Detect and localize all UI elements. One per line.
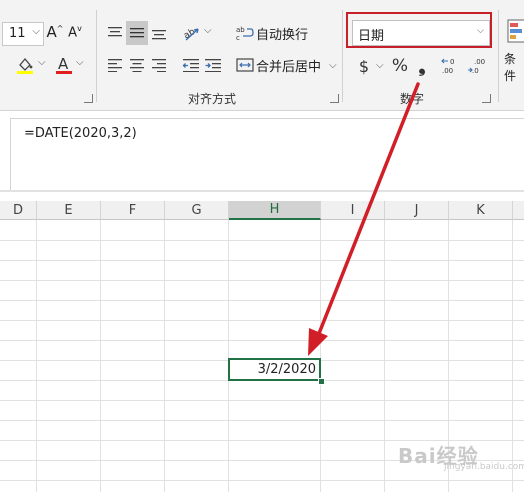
decrease-decimal-button[interactable]: .00 .0 [466, 55, 490, 77]
align-right-icon [152, 59, 166, 72]
currency-icon: $ [358, 56, 370, 76]
formula-input[interactable]: =DATE(2020,3,2) [24, 126, 137, 141]
wrap-text-button[interactable]: ab c 自动换行 [236, 23, 308, 43]
column-header-g[interactable]: G [165, 201, 229, 220]
alignment-dialog-launcher-icon[interactable] [84, 94, 93, 103]
grow-font-button[interactable]: A^ [46, 22, 64, 42]
active-cell[interactable]: 3/2/2020 [228, 358, 321, 381]
percent-style-button[interactable]: % [390, 55, 410, 77]
column-header-j[interactable]: J [385, 201, 449, 220]
group-separator [498, 10, 499, 102]
align-left-icon [108, 59, 122, 72]
percent-icon: % [391, 56, 409, 76]
conditional-formatting-icon [507, 19, 524, 43]
gridline [0, 320, 524, 321]
comma-icon: ❟ [418, 55, 426, 77]
align-center-button[interactable] [126, 54, 148, 76]
gridline [0, 400, 524, 401]
formula-bar-border [0, 190, 524, 192]
font-color-button[interactable]: A [54, 54, 74, 76]
column-header-i[interactable]: I [321, 201, 385, 220]
text-orientation-icon: ab [182, 27, 199, 41]
font-size-select[interactable]: 11 ⌵ [2, 22, 44, 46]
align-right-button[interactable] [148, 54, 170, 76]
merge-center-button[interactable]: 合并后居中 ⌵ [236, 55, 337, 75]
conditional-formatting-button[interactable] [506, 16, 524, 46]
wrap-text-icon: ab c [236, 26, 254, 41]
alignment-dialog-launcher-icon[interactable] [330, 94, 339, 103]
decrease-indent-button[interactable] [180, 54, 202, 76]
align-top-icon [108, 27, 122, 37]
fill-handle[interactable] [318, 378, 325, 385]
formula-bar-border [10, 118, 524, 119]
wrap-text-label: 自动换行 [256, 27, 309, 43]
highlight-box [346, 12, 492, 48]
gridline [0, 420, 524, 421]
increase-decimal-button[interactable]: 0 .00 [440, 55, 464, 77]
font-color-caret[interactable]: ⌵ [76, 57, 84, 68]
chevron-down-icon: ⌵ [329, 59, 337, 71]
gridline [0, 280, 524, 281]
increase-indent-button[interactable] [202, 54, 224, 76]
align-left-button[interactable] [104, 54, 126, 76]
align-middle-button[interactable] [126, 21, 148, 45]
gridline [0, 260, 524, 261]
merge-center-label: 合并后居中 [256, 59, 322, 75]
align-center-icon [130, 59, 144, 72]
column-header-d[interactable]: D [0, 201, 37, 220]
group-separator [96, 10, 97, 102]
formula-bar: =DATE(2020,3,2) [0, 118, 524, 192]
gridline [0, 300, 524, 301]
svg-text:.00: .00 [442, 67, 453, 75]
column-header-h[interactable]: H [229, 201, 321, 220]
watermark-url: jingyan.baidu.com [444, 462, 524, 472]
gridline [0, 240, 524, 241]
gridline [0, 340, 524, 341]
chevron-down-icon: ⌵ [32, 26, 40, 37]
number-group-label: 数字 [400, 92, 425, 106]
fill-color-button[interactable] [14, 54, 36, 76]
column-header-f[interactable]: F [101, 201, 165, 220]
merge-center-icon [236, 58, 254, 72]
shrink-font-icon: Av [68, 23, 82, 41]
alignment-group-label: 对齐方式 [188, 92, 237, 106]
fill-color-caret[interactable]: ⌵ [38, 57, 46, 68]
font-size-value: 11 [9, 26, 26, 41]
currency-caret[interactable]: ⌵ [376, 60, 384, 71]
comma-style-button[interactable]: ❟ [414, 55, 430, 77]
column-header-partial[interactable] [513, 201, 524, 220]
currency-format-button[interactable]: $ [356, 55, 372, 77]
column-header-e[interactable]: E [37, 201, 101, 220]
align-bottom-button[interactable] [148, 22, 170, 44]
ribbon: 11 ⌵ A^ Av ⌵ A ⌵ ab ⌵ ab c 自动换行 合并后居中 ⌵ … [0, 0, 524, 111]
increase-decimal-icon: 0 .00 [441, 58, 454, 75]
name-box-edge [0, 118, 11, 192]
gridline [0, 480, 524, 481]
align-top-button[interactable] [104, 22, 126, 44]
decrease-indent-icon [182, 59, 199, 72]
svg-text:ab: ab [236, 26, 245, 34]
text-orientation-button[interactable]: ab [180, 22, 204, 44]
font-color-icon: A [55, 55, 73, 75]
align-middle-icon [130, 28, 144, 38]
svg-text:0: 0 [450, 58, 454, 66]
number-dialog-launcher-icon[interactable] [482, 94, 491, 103]
align-bottom-icon [152, 30, 166, 40]
increase-indent-icon [205, 59, 221, 72]
orientation-caret[interactable]: ⌵ [204, 25, 212, 36]
shrink-font-button[interactable]: Av [66, 22, 84, 42]
column-header-k[interactable]: K [449, 201, 513, 220]
active-cell-value: 3/2/2020 [257, 362, 316, 377]
svg-text:.00: .00 [474, 58, 485, 66]
fill-bucket-icon [17, 57, 33, 74]
grow-font-icon: A^ [46, 23, 64, 41]
svg-text:.0: .0 [472, 67, 479, 75]
decrease-decimal-icon: .00 .0 [468, 58, 485, 75]
conditional-formatting-label[interactable]: 条件 [504, 50, 524, 84]
group-separator [342, 10, 343, 102]
svg-text:c: c [236, 34, 240, 41]
